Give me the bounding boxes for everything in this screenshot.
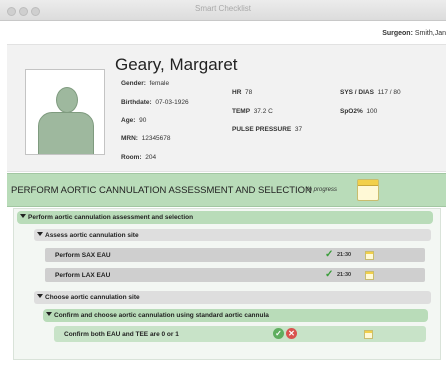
task-label: Perform SAX EAU <box>55 252 111 259</box>
spo2-vital: SpO2% 100 <box>340 108 378 115</box>
age-field: Age: 90 <box>121 117 147 124</box>
task-time: 21:30 <box>337 252 352 258</box>
caret-down-icon <box>20 214 26 218</box>
birthdate-field: Birthdate: 07-03-1926 <box>121 99 189 106</box>
confirm-title: Confirm and choose aortic cannulation us… <box>54 312 269 319</box>
calendar-icon[interactable] <box>365 251 374 260</box>
assess-title: Assess aortic cannulation site <box>45 232 139 239</box>
subgroup-choose[interactable]: Choose aortic cannulation site <box>34 291 431 304</box>
caret-down-icon <box>46 312 52 316</box>
group-title: Perform aortic cannulation assessment an… <box>28 214 194 221</box>
calendar-icon[interactable] <box>357 179 379 201</box>
patient-name: Geary, Margaret <box>115 55 238 74</box>
calendar-icon[interactable] <box>364 330 373 339</box>
avatar-body-icon <box>38 112 94 154</box>
temp-vital: TEMP 37.2 C <box>232 108 273 115</box>
room-field: Room: 204 <box>121 154 157 161</box>
window-titlebar: Smart Checklist <box>0 0 446 21</box>
pulse-pressure-vital: PULSE PRESSURE 37 <box>232 126 303 133</box>
confirm-item-label: Confirm both EAU and TEE are 0 or 1 <box>64 331 179 338</box>
gender-field: Gender: female <box>121 80 170 87</box>
check-circle-icon[interactable]: ✓ <box>273 328 284 339</box>
mrn-field: MRN: 12345678 <box>121 135 171 142</box>
surgeon-name: Smith,Jan <box>414 30 446 37</box>
caret-down-icon <box>37 232 43 236</box>
check-icon: ✓ <box>325 269 334 280</box>
task-item[interactable]: Perform SAX EAU ✓ 21:30 <box>45 248 425 262</box>
section-title: PERFORM AORTIC CANNULATION ASSESSMENT AN… <box>11 185 312 196</box>
task-item[interactable]: Perform LAX EAU ✓ 21:30 <box>45 268 425 282</box>
patient-panel: Geary, Margaret Gender: female Birthdate… <box>7 44 446 172</box>
hr-vital: HR 78 <box>232 89 253 96</box>
confirm-group-header[interactable]: Confirm and choose aortic cannulation us… <box>43 309 428 322</box>
group-header[interactable]: Perform aortic cannulation assessment an… <box>17 211 433 224</box>
caret-down-icon <box>37 294 43 298</box>
check-icon: ✓ <box>325 249 334 260</box>
bp-vital: SYS / DIAS 117 / 80 <box>340 89 401 96</box>
surgeon-label: Surgeon: <box>382 30 413 37</box>
confirm-item[interactable]: Confirm both EAU and TEE are 0 or 1 ✓ ✕ <box>54 326 426 342</box>
calendar-icon[interactable] <box>365 271 374 280</box>
avatar <box>25 69 105 155</box>
section-header[interactable]: PERFORM AORTIC CANNULATION ASSESSMENT AN… <box>7 173 446 207</box>
window-title: Smart Checklist <box>194 4 251 13</box>
x-circle-icon[interactable]: ✕ <box>286 328 297 339</box>
task-time: 21:30 <box>337 272 352 278</box>
surgeon-info: Surgeon: Smith,Jan <box>382 30 446 37</box>
subgroup-assess[interactable]: Assess aortic cannulation site <box>34 229 431 241</box>
choose-title: Choose aortic cannulation site <box>45 294 140 301</box>
task-label: Perform LAX EAU <box>55 272 111 279</box>
avatar-head-icon <box>56 87 78 113</box>
section-status: In progress <box>307 187 338 193</box>
